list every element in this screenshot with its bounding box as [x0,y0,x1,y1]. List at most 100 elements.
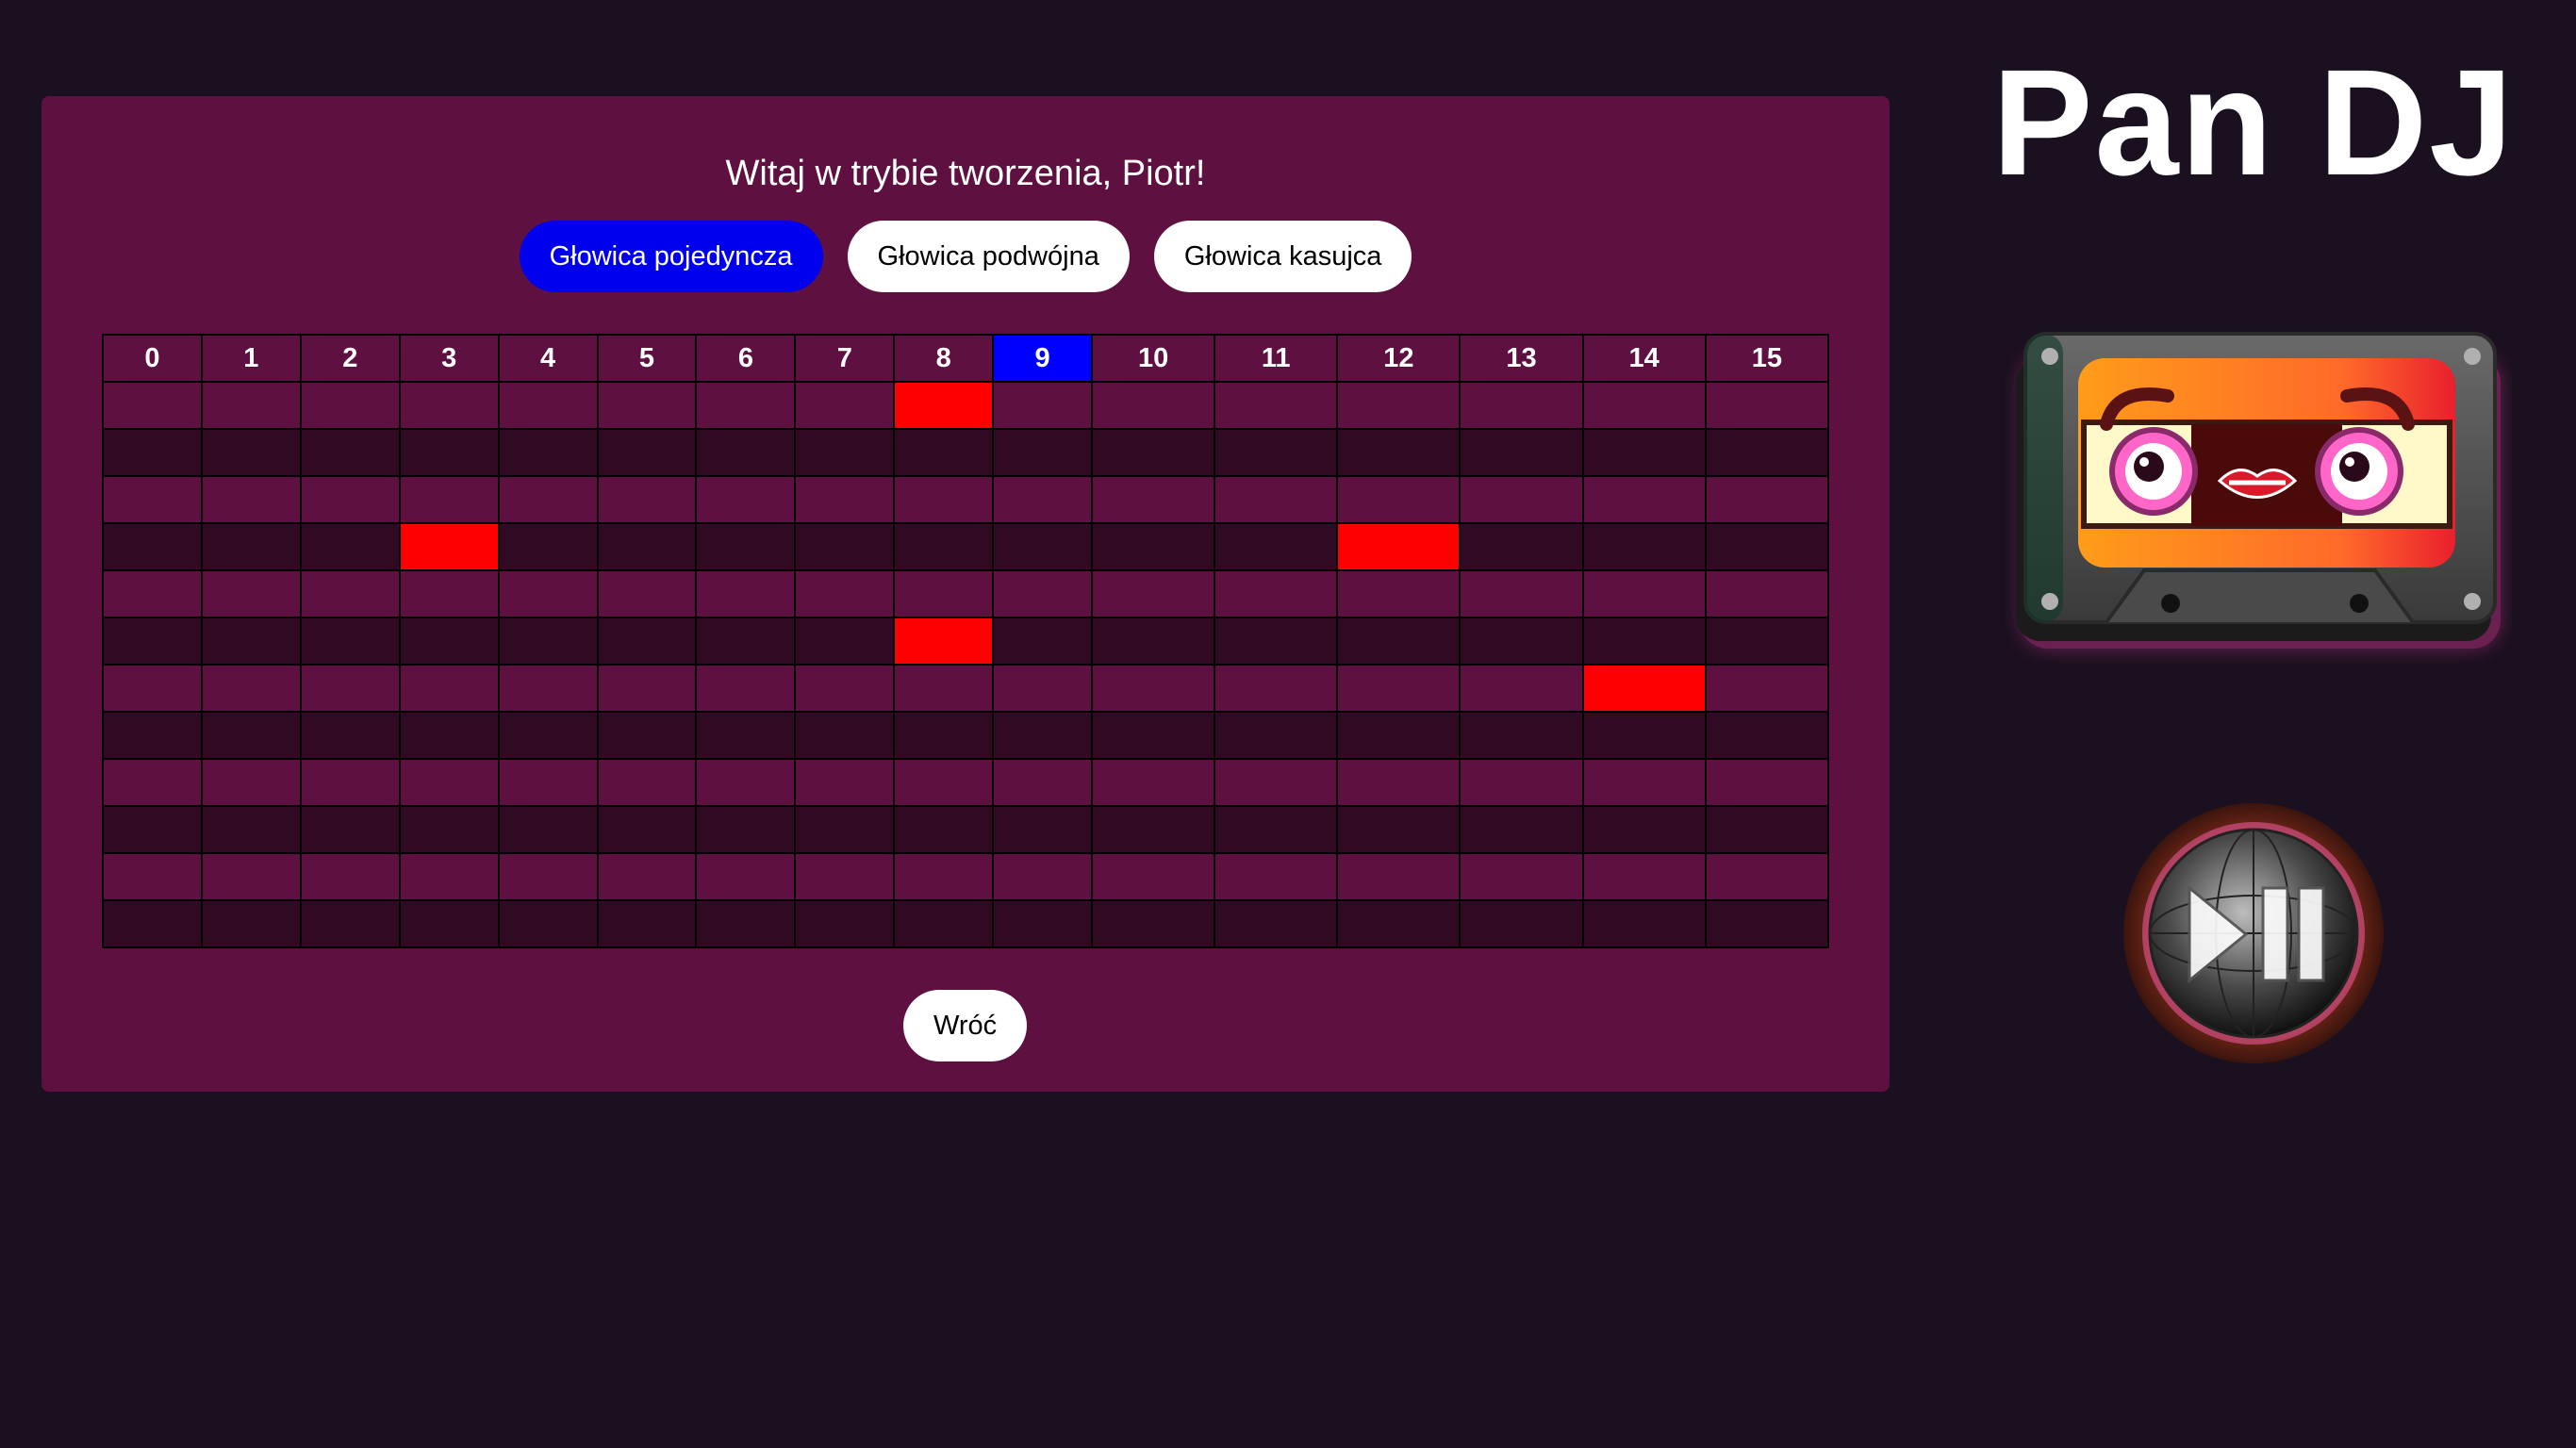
sequencer-cell[interactable] [1581,522,1707,571]
sequencer-cell[interactable] [102,617,203,666]
sequencer-cell[interactable] [1091,381,1216,430]
sequencer-cell[interactable] [596,381,698,430]
sequencer-cell[interactable] [794,664,896,713]
sequencer-cell[interactable] [497,475,599,524]
sequencer-cell[interactable] [992,805,1094,854]
sequencer-cell[interactable] [1459,522,1584,571]
sequencer-cell[interactable] [398,664,500,713]
sequencer-cell[interactable] [1704,899,1830,948]
sequencer-cell[interactable] [398,758,500,807]
sequencer-cell[interactable] [299,475,401,524]
sequencer-cell[interactable] [893,569,995,618]
sequencer-cell[interactable] [695,428,797,477]
sequencer-cell[interactable] [1704,617,1830,666]
sequencer-cell[interactable] [794,758,896,807]
sequencer-cell[interactable] [1704,664,1830,713]
sequencer-cell[interactable] [102,664,203,713]
back-button[interactable]: Wróć [903,990,1028,1061]
sequencer-cell[interactable] [1336,522,1461,571]
sequencer-cell[interactable] [1704,428,1830,477]
sequencer-cell[interactable] [1704,475,1830,524]
sequencer-cell[interactable] [1214,899,1339,948]
sequencer-cell[interactable] [596,617,698,666]
sequencer-cell[interactable] [893,428,995,477]
sequencer-cell[interactable] [1214,852,1339,901]
sequencer-cell[interactable] [497,428,599,477]
sequencer-cell[interactable] [1091,617,1216,666]
erase-head-button[interactable]: Głowica kasujca [1153,221,1412,292]
sequencer-cell[interactable] [1581,475,1707,524]
sequencer-cell[interactable] [398,522,500,571]
sequencer-cell[interactable] [596,758,698,807]
sequencer-cell[interactable] [893,522,995,571]
sequencer-cell[interactable] [695,569,797,618]
sequencer-cell[interactable] [200,569,302,618]
sequencer-cell[interactable] [1581,852,1707,901]
sequencer-cell[interactable] [398,805,500,854]
sequencer-cell[interactable] [1336,569,1461,618]
sequencer-cell[interactable] [992,617,1094,666]
sequencer-cell[interactable] [1336,805,1461,854]
sequencer-cell[interactable] [1214,711,1339,760]
sequencer-cell[interactable] [1214,522,1339,571]
sequencer-cell[interactable] [299,805,401,854]
sequencer-cell[interactable] [1091,475,1216,524]
sequencer-cell[interactable] [1336,617,1461,666]
sequencer-cell[interactable] [695,899,797,948]
sequencer-cell[interactable] [1459,569,1584,618]
sequencer-cell[interactable] [1214,617,1339,666]
sequencer-cell[interactable] [596,522,698,571]
sequencer-cell[interactable] [794,428,896,477]
sequencer-cell[interactable] [1091,805,1216,854]
double-head-button[interactable]: Głowica podwójna [847,221,1130,292]
sequencer-cell[interactable] [102,899,203,948]
sequencer-cell[interactable] [893,758,995,807]
sequencer-cell[interactable] [794,569,896,618]
sequencer-cell[interactable] [1214,758,1339,807]
sequencer-cell[interactable] [200,475,302,524]
sequencer-cell[interactable] [1336,852,1461,901]
sequencer-cell[interactable] [1091,899,1216,948]
sequencer-cell[interactable] [695,522,797,571]
sequencer-cell[interactable] [1704,758,1830,807]
sequencer-cell[interactable] [1704,381,1830,430]
sequencer-cell[interactable] [102,805,203,854]
sequencer-cell[interactable] [299,617,401,666]
sequencer-cell[interactable] [794,475,896,524]
sequencer-cell[interactable] [1459,381,1584,430]
sequencer-cell[interactable] [299,711,401,760]
sequencer-cell[interactable] [794,522,896,571]
sequencer-cell[interactable] [1581,711,1707,760]
sequencer-cell[interactable] [200,758,302,807]
sequencer-cell[interactable] [1091,522,1216,571]
sequencer-cell[interactable] [299,569,401,618]
sequencer-cell[interactable] [1336,758,1461,807]
sequencer-cell[interactable] [893,664,995,713]
sequencer-cell[interactable] [299,852,401,901]
sequencer-cell[interactable] [1336,381,1461,430]
sequencer-cell[interactable] [992,381,1094,430]
sequencer-cell[interactable] [1704,522,1830,571]
sequencer-cell[interactable] [695,475,797,524]
sequencer-cell[interactable] [299,522,401,571]
sequencer-cell[interactable] [200,381,302,430]
sequencer-cell[interactable] [1459,428,1584,477]
sequencer-cell[interactable] [299,899,401,948]
sequencer-cell[interactable] [992,475,1094,524]
sequencer-cell[interactable] [200,852,302,901]
sequencer-cell[interactable] [200,664,302,713]
sequencer-cell[interactable] [102,381,203,430]
sequencer-cell[interactable] [1336,428,1461,477]
sequencer-cell[interactable] [596,569,698,618]
sequencer-cell[interactable] [992,569,1094,618]
sequencer-cell[interactable] [497,805,599,854]
sequencer-cell[interactable] [596,664,698,713]
sequencer-cell[interactable] [695,617,797,666]
sequencer-cell[interactable] [299,758,401,807]
sequencer-cell[interactable] [398,428,500,477]
sequencer-cell[interactable] [596,711,698,760]
sequencer-cell[interactable] [1459,664,1584,713]
sequencer-cell[interactable] [893,381,995,430]
sequencer-cell[interactable] [1336,664,1461,713]
sequencer-cell[interactable] [497,711,599,760]
